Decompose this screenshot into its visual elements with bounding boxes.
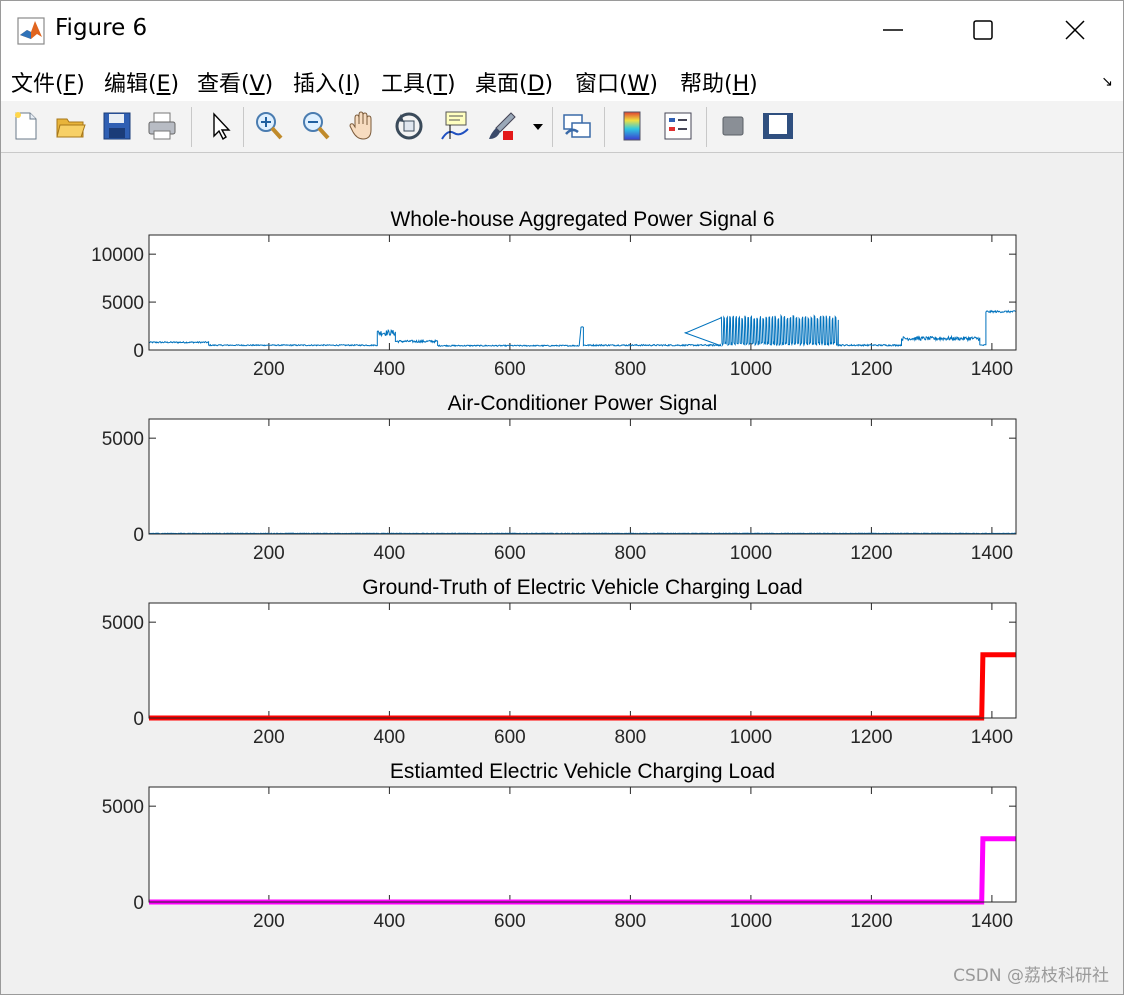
menu-desktop[interactable]: 桌面(D) (475, 66, 553, 98)
show-plot-tools-icon[interactable] (761, 109, 795, 143)
menu-view[interactable]: 查看(V) (197, 66, 273, 98)
matlab-logo-icon (17, 17, 45, 45)
menu-window[interactable]: 窗口(W) (575, 66, 658, 98)
x-tick-label: 800 (615, 727, 647, 748)
x-tick-label: 400 (374, 359, 406, 380)
menu-tools[interactable]: 工具(T) (381, 66, 456, 98)
x-tick-label: 1200 (850, 911, 892, 932)
menu-file[interactable]: 文件(F) (11, 66, 85, 98)
subplot-title: Estiamted Electric Vehicle Charging Load (390, 760, 775, 783)
y-tick-label: 5000 (102, 613, 144, 634)
open-file-icon[interactable] (54, 109, 88, 143)
toolbar-separator (552, 107, 553, 147)
x-tick-label: 600 (494, 727, 526, 748)
axes-background (149, 419, 1016, 534)
subplot-title: Air-Conditioner Power Signal (448, 392, 718, 415)
toolbar-separator (706, 107, 707, 147)
close-icon (1065, 20, 1085, 40)
toolbar-separator (191, 107, 192, 147)
zoom-out-icon[interactable] (299, 109, 333, 143)
watermark: CSDN @荔枝科研社 (953, 966, 1109, 986)
hide-plot-tools-icon[interactable] (716, 109, 750, 143)
x-tick-label: 800 (615, 359, 647, 380)
x-tick-label: 200 (253, 911, 285, 932)
x-tick-label: 1400 (971, 359, 1013, 380)
figure-canvas: Whole-house Aggregated Power Signal 6 200… (1, 154, 1123, 994)
menu-help[interactable]: 帮助(H) (680, 66, 758, 98)
x-tick-label: 400 (374, 543, 406, 564)
pan-hand-icon[interactable] (346, 109, 380, 143)
close-button[interactable] (1029, 1, 1121, 59)
x-tick-label: 1200 (850, 359, 892, 380)
subplots: Whole-house Aggregated Power Signal 6 200… (91, 208, 1017, 932)
menu-insert[interactable]: 插入(I) (293, 66, 361, 98)
menu-bar: 文件(F) 编辑(E) 查看(V) 插入(I) 工具(T) 桌面(D) 窗口(W… (1, 59, 1123, 101)
minimize-icon (883, 29, 903, 31)
x-tick-label: 1400 (971, 543, 1013, 564)
x-tick-label: 800 (615, 543, 647, 564)
y-tick-label: 10000 (91, 245, 144, 266)
x-tick-label: 600 (494, 359, 526, 380)
colorbar-icon[interactable] (615, 109, 649, 143)
y-tick-label: 0 (133, 709, 144, 730)
zoom-in-icon[interactable] (252, 109, 286, 143)
menu-edit[interactable]: 编辑(E) (104, 66, 179, 98)
x-tick-label: 1000 (730, 359, 772, 380)
x-tick-label: 200 (253, 359, 285, 380)
y-tick-label: 5000 (102, 429, 144, 450)
x-tick-label: 200 (253, 727, 285, 748)
x-tick-label: 600 (494, 543, 526, 564)
y-tick-label: 0 (133, 341, 144, 362)
x-tick-label: 1000 (730, 543, 772, 564)
x-tick-label: 1200 (850, 543, 892, 564)
x-tick-label: 200 (253, 543, 285, 564)
select-arrow-icon[interactable] (203, 109, 237, 143)
axes-background (149, 235, 1016, 350)
print-icon[interactable] (145, 109, 179, 143)
x-tick-label: 1000 (730, 727, 772, 748)
rotate-3d-icon[interactable] (392, 109, 426, 143)
axes-background (149, 787, 1016, 902)
y-tick-label: 5000 (102, 797, 144, 818)
subplot-title: Whole-house Aggregated Power Signal 6 (390, 208, 774, 231)
x-tick-label: 1400 (971, 911, 1013, 932)
link-plot-icon[interactable] (560, 109, 594, 143)
x-tick-label: 1400 (971, 727, 1013, 748)
toolbar-separator (604, 107, 605, 147)
x-tick-label: 400 (374, 911, 406, 932)
x-tick-label: 400 (374, 727, 406, 748)
x-tick-label: 800 (615, 911, 647, 932)
brush-icon[interactable] (485, 109, 519, 143)
x-tick-label: 1000 (730, 911, 772, 932)
minimize-button[interactable] (847, 1, 939, 59)
figure-toolbar (1, 101, 1123, 153)
y-tick-label: 5000 (102, 293, 144, 314)
dock-figure-icon[interactable]: ↘ (1101, 73, 1113, 90)
x-tick-label: 1200 (850, 727, 892, 748)
new-figure-icon[interactable] (9, 109, 43, 143)
save-icon[interactable] (100, 109, 134, 143)
brush-dropdown-icon[interactable] (531, 109, 545, 143)
subplot-title: Ground-Truth of Electric Vehicle Chargin… (362, 576, 802, 599)
x-tick-label: 600 (494, 911, 526, 932)
toolbar-separator (243, 107, 244, 147)
figure-window: Figure 6 文件(F) 编辑(E) 查看(V) 插入(I) 工具(T) 桌… (0, 0, 1124, 995)
y-tick-label: 0 (133, 525, 144, 546)
axes-background (149, 603, 1016, 718)
maximize-icon (973, 20, 993, 40)
legend-icon[interactable] (661, 109, 695, 143)
y-tick-label: 0 (133, 893, 144, 914)
maximize-button[interactable] (937, 1, 1029, 59)
data-cursor-icon[interactable] (438, 109, 472, 143)
title-bar[interactable]: Figure 6 (1, 1, 1123, 59)
window-title: Figure 6 (55, 15, 148, 41)
